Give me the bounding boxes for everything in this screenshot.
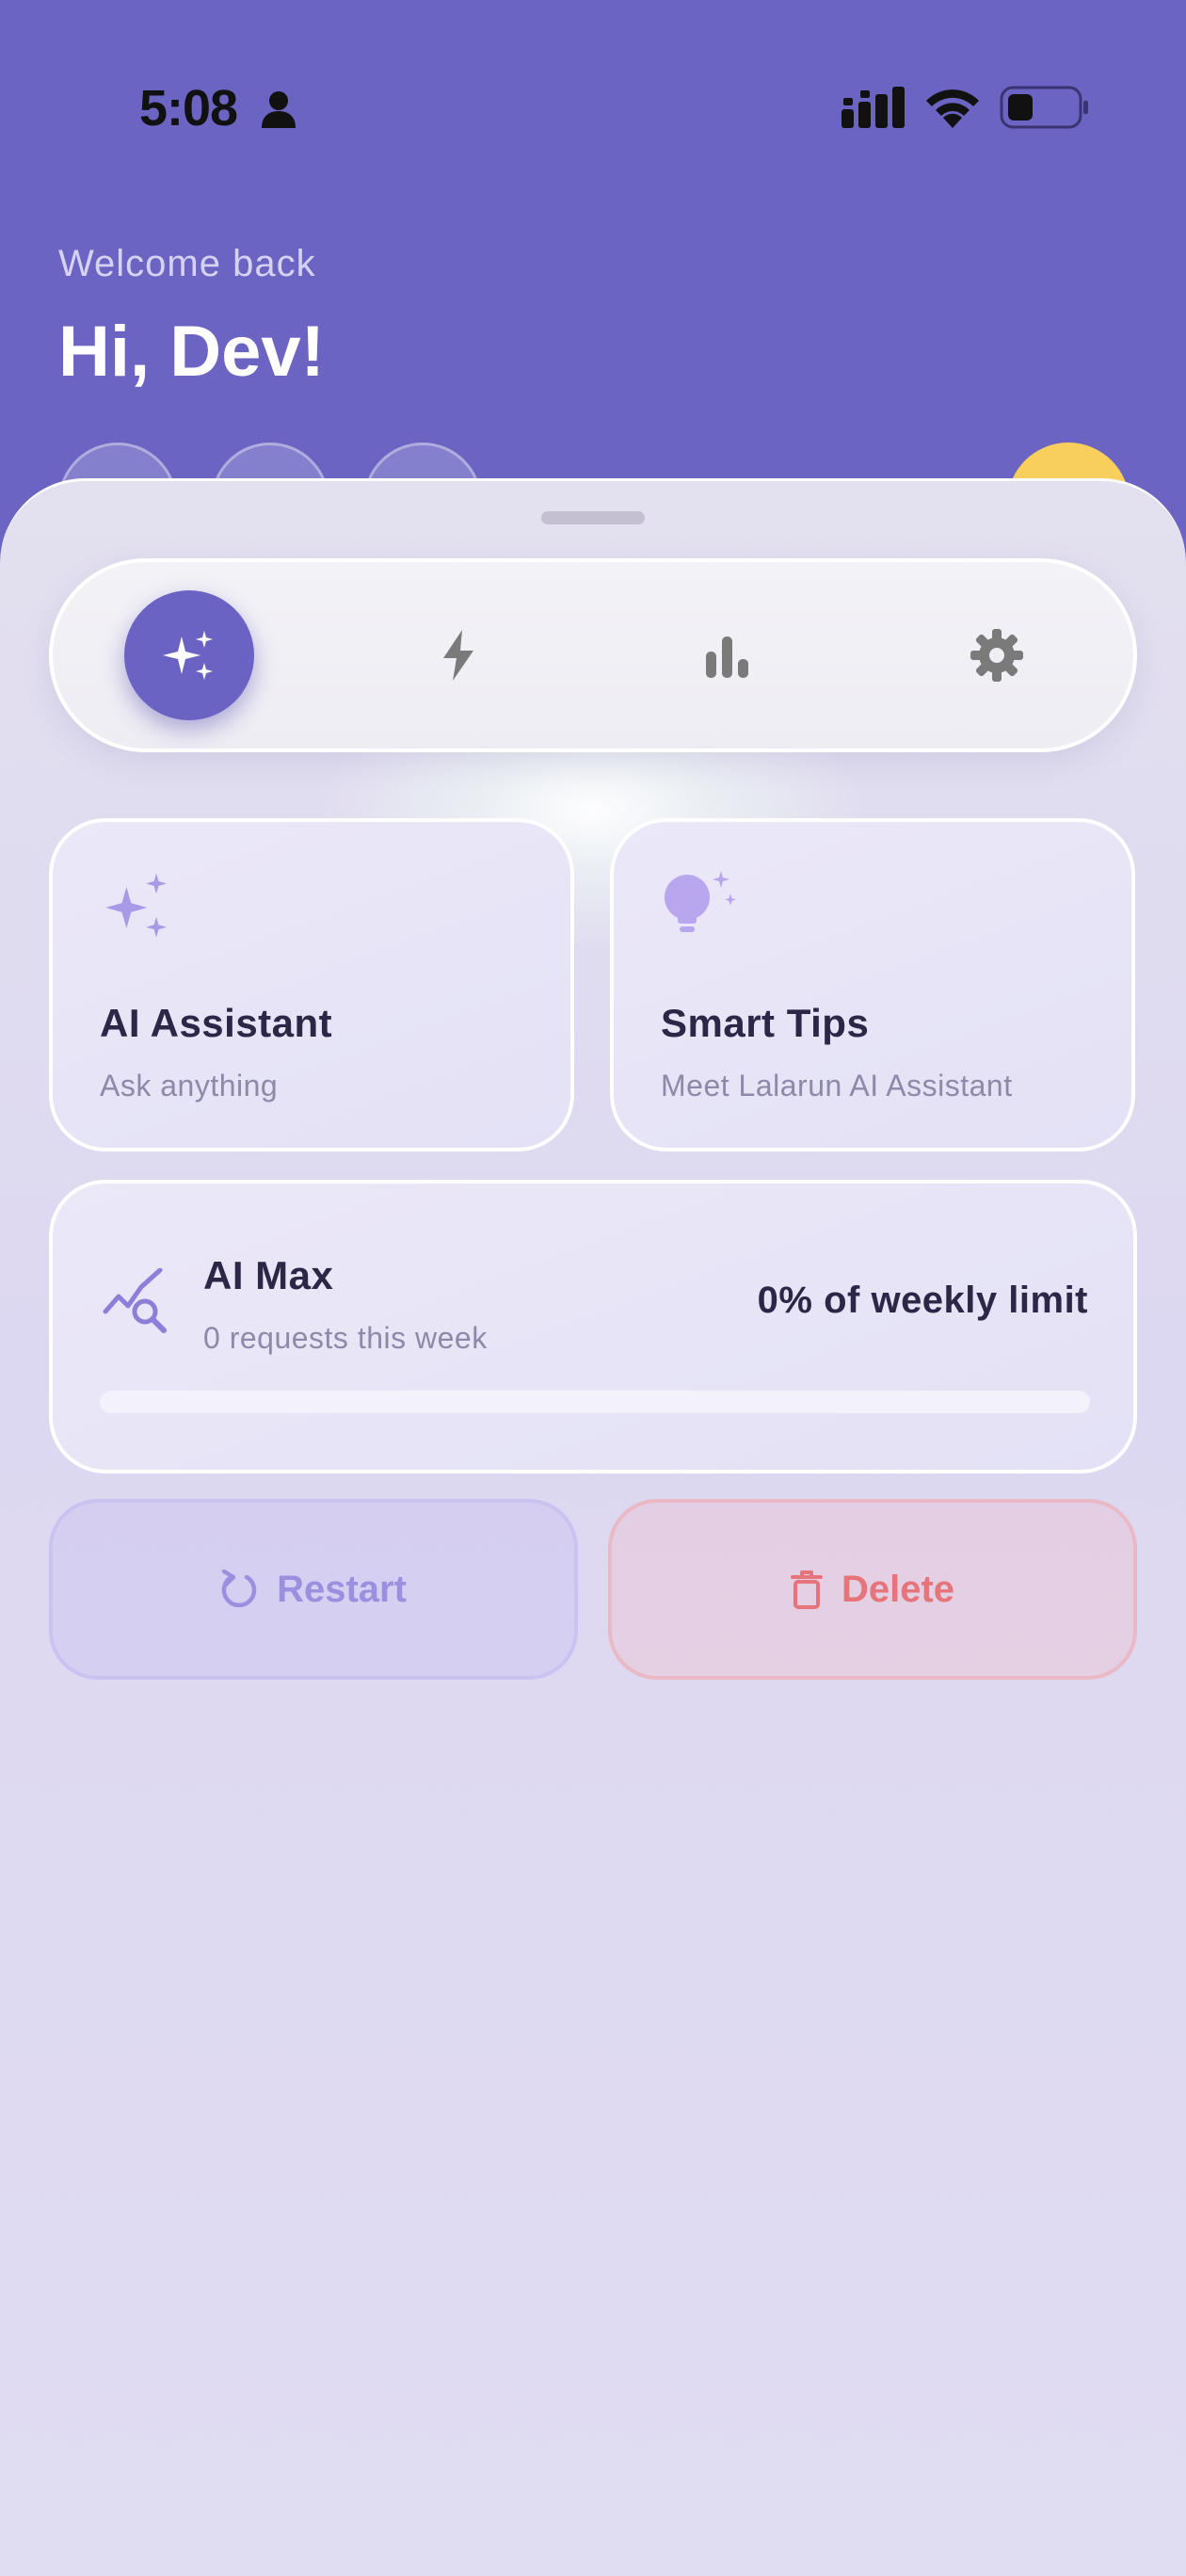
person-icon — [262, 91, 296, 128]
tab-bar — [49, 558, 1137, 752]
wifi-icon — [926, 89, 979, 128]
lightbulb-icon — [665, 871, 736, 932]
smart-tips-title: Smart Tips — [661, 1001, 870, 1045]
status-time: 5:08 — [139, 80, 238, 137]
sparkles-icon — [163, 631, 213, 680]
ai-max-requests: 0 requests this week — [203, 1321, 488, 1355]
ai-assistant-card[interactable]: AI Assistant Ask anything — [49, 818, 574, 1151]
tab-settings[interactable] — [932, 590, 1062, 720]
greeting-title: Hi, Dev! — [58, 312, 325, 392]
weekly-limit-text: 0% of weekly limit — [757, 1280, 1088, 1321]
welcome-text: Welcome back — [58, 243, 316, 284]
ai-assistant-title: AI Assistant — [100, 1001, 333, 1045]
restart-button[interactable]: Restart — [49, 1499, 578, 1680]
sheet-grabber[interactable] — [541, 511, 645, 524]
battery-icon — [1000, 86, 1088, 129]
restart-icon — [221, 1570, 257, 1608]
sparkles-icon — [105, 873, 168, 938]
usage-progress-bar — [100, 1391, 1090, 1413]
ai-assistant-subtitle: Ask anything — [100, 1069, 279, 1103]
gear-icon — [970, 629, 1023, 682]
delete-label: Delete — [841, 1568, 955, 1610]
smart-tips-subtitle: Meet Lalarun AI Assistant — [661, 1069, 1013, 1103]
cellular-signal-icon — [841, 87, 905, 128]
tab-quick[interactable] — [393, 590, 523, 720]
chart-search-icon — [103, 1268, 167, 1333]
smart-tips-card[interactable]: Smart Tips Meet Lalarun AI Assistant — [610, 818, 1135, 1151]
lightning-icon — [443, 630, 473, 681]
delete-button[interactable]: Delete — [608, 1499, 1137, 1680]
bar-chart-icon — [706, 636, 748, 678]
status-bar: 5:08 — [0, 0, 1186, 217]
ai-max-usage-card[interactable]: AI Max 0 requests this week 0% of weekly… — [49, 1180, 1137, 1473]
restart-label: Restart — [277, 1568, 407, 1610]
tab-ai[interactable] — [124, 590, 254, 720]
tab-stats[interactable] — [663, 590, 793, 720]
trash-icon — [790, 1570, 823, 1609]
ai-max-title: AI Max — [203, 1253, 334, 1297]
